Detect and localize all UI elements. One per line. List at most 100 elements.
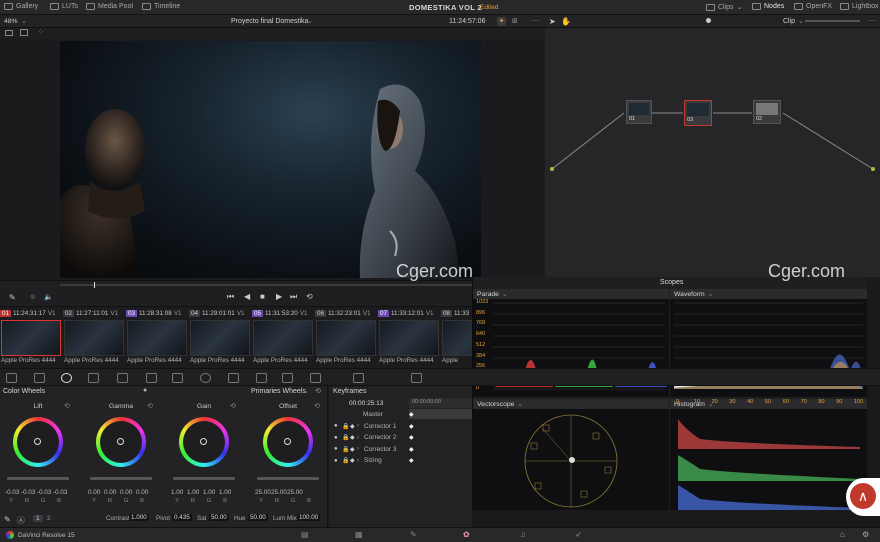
waveform-header[interactable]: Waveform ⌄ <box>670 289 867 299</box>
hand-icon[interactable]: ✋ <box>561 17 571 26</box>
keyframe-row[interactable]: Master ◆ <box>329 409 472 420</box>
timeline-tab[interactable]: Timeline <box>142 3 180 10</box>
wheel-value[interactable]: 25.00 <box>255 489 271 496</box>
wheel-reset-icon[interactable]: ⟲ <box>147 402 153 410</box>
clip-thumbnail[interactable]: 06 11:32:23:01 V1 Apple ProRes 4444 <box>315 307 377 369</box>
auto-color-icon[interactable]: Ⓐ <box>17 515 25 526</box>
zoom-level[interactable]: 48% <box>4 18 18 25</box>
play-reverse-icon[interactable]: ◀ <box>244 292 250 301</box>
reset-all-icon[interactable]: ⟲ <box>315 387 321 395</box>
wheel-value[interactable]: 25.00 <box>287 489 303 496</box>
node-editor[interactable]: 01 03 02 <box>545 28 880 277</box>
play-icon[interactable]: ▶ <box>276 292 282 301</box>
fairlight-page-icon[interactable]: ♫ <box>520 530 526 539</box>
eyedropper-icon[interactable]: ✎ <box>9 293 16 302</box>
wheel-value[interactable]: 1.00 <box>171 489 183 496</box>
window-icon[interactable] <box>200 373 211 383</box>
wheel-value[interactable]: -0.03 <box>53 489 67 496</box>
wheel-value[interactable]: -0.03 <box>5 489 19 496</box>
image-wipe-icon[interactable] <box>5 30 13 36</box>
master-wheel-slider[interactable] <box>7 477 69 480</box>
master-wheel-slider[interactable] <box>257 477 319 480</box>
settings-icon[interactable]: ⚙ <box>862 530 869 539</box>
dot-icon[interactable]: ● <box>334 423 338 429</box>
clip-thumbnail[interactable]: 07 11:33:12:01 V1 Apple ProRes 4444 <box>378 307 440 369</box>
clip-thumbnail[interactable]: 02 11:27:11:01 V1 Apple ProRes 4444 <box>63 307 125 369</box>
tracker-icon[interactable] <box>228 373 239 383</box>
media-pool-tab[interactable]: Media Pool <box>86 3 133 10</box>
wheel-value[interactable]: 1.00 <box>187 489 199 496</box>
scrubber-track[interactable] <box>60 284 480 286</box>
zoom-slider-handle[interactable] <box>706 18 711 23</box>
audio-icon[interactable]: 🔈 <box>44 293 53 301</box>
node-03[interactable]: 03 <box>684 100 712 126</box>
lum-mix-value[interactable]: 100.00 <box>297 514 321 521</box>
node-02[interactable]: 02 <box>753 100 781 124</box>
clips-tab[interactable]: Clips ⌄ <box>706 3 742 11</box>
pivot-value[interactable]: 0.435 <box>172 514 192 521</box>
wheel-value[interactable]: -0.03 <box>21 489 35 496</box>
clip-thumbnail[interactable]: 05 11:31:53:20 V1 Apple ProRes 4444 <box>252 307 314 369</box>
chevron-down-icon[interactable]: ⌄ <box>303 387 309 395</box>
loop-playback-icon[interactable]: ⟲ <box>306 292 313 301</box>
lock-icon[interactable]: 🔒 <box>342 446 349 453</box>
media-page-icon[interactable]: ▤ <box>301 530 309 539</box>
go-to-start-icon[interactable]: ⏮ <box>227 292 234 302</box>
master-wheel-slider[interactable] <box>90 477 152 480</box>
keyframe-marker-icon[interactable]: ◆ <box>409 446 414 453</box>
wheel-reset-icon[interactable]: ⟲ <box>64 402 70 410</box>
keyframe-ruler[interactable]: 00:00:00:00 <box>409 398 472 408</box>
keyframe-row[interactable]: ● 🔒 ◆ › Sizing ◆ <box>329 455 472 466</box>
wheel-reset-icon[interactable]: ⟲ <box>314 402 320 410</box>
node-mode-label[interactable]: Clip <box>783 18 795 25</box>
contrast-value[interactable]: 1.000 <box>129 514 149 521</box>
viewer-image[interactable] <box>60 41 481 278</box>
qualifier-icon[interactable] <box>172 373 183 383</box>
page-2-button[interactable]: 2 <box>47 515 51 522</box>
gallery-tab[interactable]: Gallery <box>4 3 38 10</box>
lock-icon[interactable]: 🔒 <box>342 423 349 430</box>
color-match-icon[interactable] <box>34 373 45 383</box>
wheel-value[interactable]: 25.00 <box>271 489 287 496</box>
diamond-icon[interactable]: ◆ <box>350 434 355 441</box>
more-options-icon[interactable]: ··· <box>531 16 539 25</box>
node-zoom-slider[interactable] <box>805 20 860 22</box>
luts-tab[interactable]: LUTs <box>50 3 78 10</box>
wheel-center-handle[interactable] <box>117 438 124 445</box>
curves-icon[interactable] <box>146 373 157 383</box>
lightbox-tab[interactable]: Lightbox <box>840 3 878 10</box>
hue-value[interactable]: 50.00 <box>248 514 268 521</box>
sat-value[interactable]: 50.00 <box>209 514 229 521</box>
key-icon[interactable] <box>282 373 293 383</box>
wheel-center-handle[interactable] <box>34 438 41 445</box>
parade-header[interactable]: Parade ⌄ <box>473 289 669 299</box>
stop-icon[interactable]: ■ <box>260 292 265 301</box>
blur-icon[interactable] <box>256 373 267 383</box>
expand-icon[interactable]: › <box>357 458 359 464</box>
keyframe-marker-icon[interactable]: ◆ <box>409 423 414 430</box>
vectorscope-header[interactable]: Vectorscope ⌄ <box>473 399 669 409</box>
dot-icon[interactable]: ● <box>334 446 338 452</box>
wheel-reset-icon[interactable]: ⟲ <box>230 402 236 410</box>
camera-raw-icon[interactable] <box>6 373 17 383</box>
go-to-end-icon[interactable]: ⏭ <box>290 292 297 302</box>
wheel-value[interactable]: -0.03 <box>37 489 51 496</box>
expand-icon[interactable]: › <box>357 435 359 441</box>
zoom-dropdown-icon[interactable]: ⌄ <box>21 17 27 25</box>
dot-icon[interactable]: ● <box>334 435 338 441</box>
highlight-icon[interactable]: ✦ <box>497 17 506 26</box>
dot-icon[interactable]: ● <box>334 458 338 464</box>
auto-balance-icon[interactable]: ✎ <box>4 515 11 524</box>
timeline-name[interactable]: Proyecto final Domestika <box>231 18 308 25</box>
tracker-icon[interactable]: ⁘ <box>38 28 44 36</box>
master-wheel-slider[interactable] <box>173 477 235 480</box>
clip-thumbnail[interactable]: 03 11:28:31:08 V1 Apple ProRes 4444 <box>126 307 188 369</box>
wheel-value[interactable]: 0.00 <box>120 489 132 496</box>
home-icon[interactable]: ⌂ <box>840 530 845 539</box>
nodes-tab[interactable]: Nodes <box>752 3 784 10</box>
split-screen-icon[interactable] <box>20 29 28 36</box>
node-options-icon[interactable]: ··· <box>868 16 876 25</box>
keyframe-marker-icon[interactable]: ◆ <box>409 457 414 464</box>
node-01[interactable]: 01 <box>626 100 652 124</box>
keyframe-marker-icon[interactable]: ◆ <box>409 411 414 418</box>
